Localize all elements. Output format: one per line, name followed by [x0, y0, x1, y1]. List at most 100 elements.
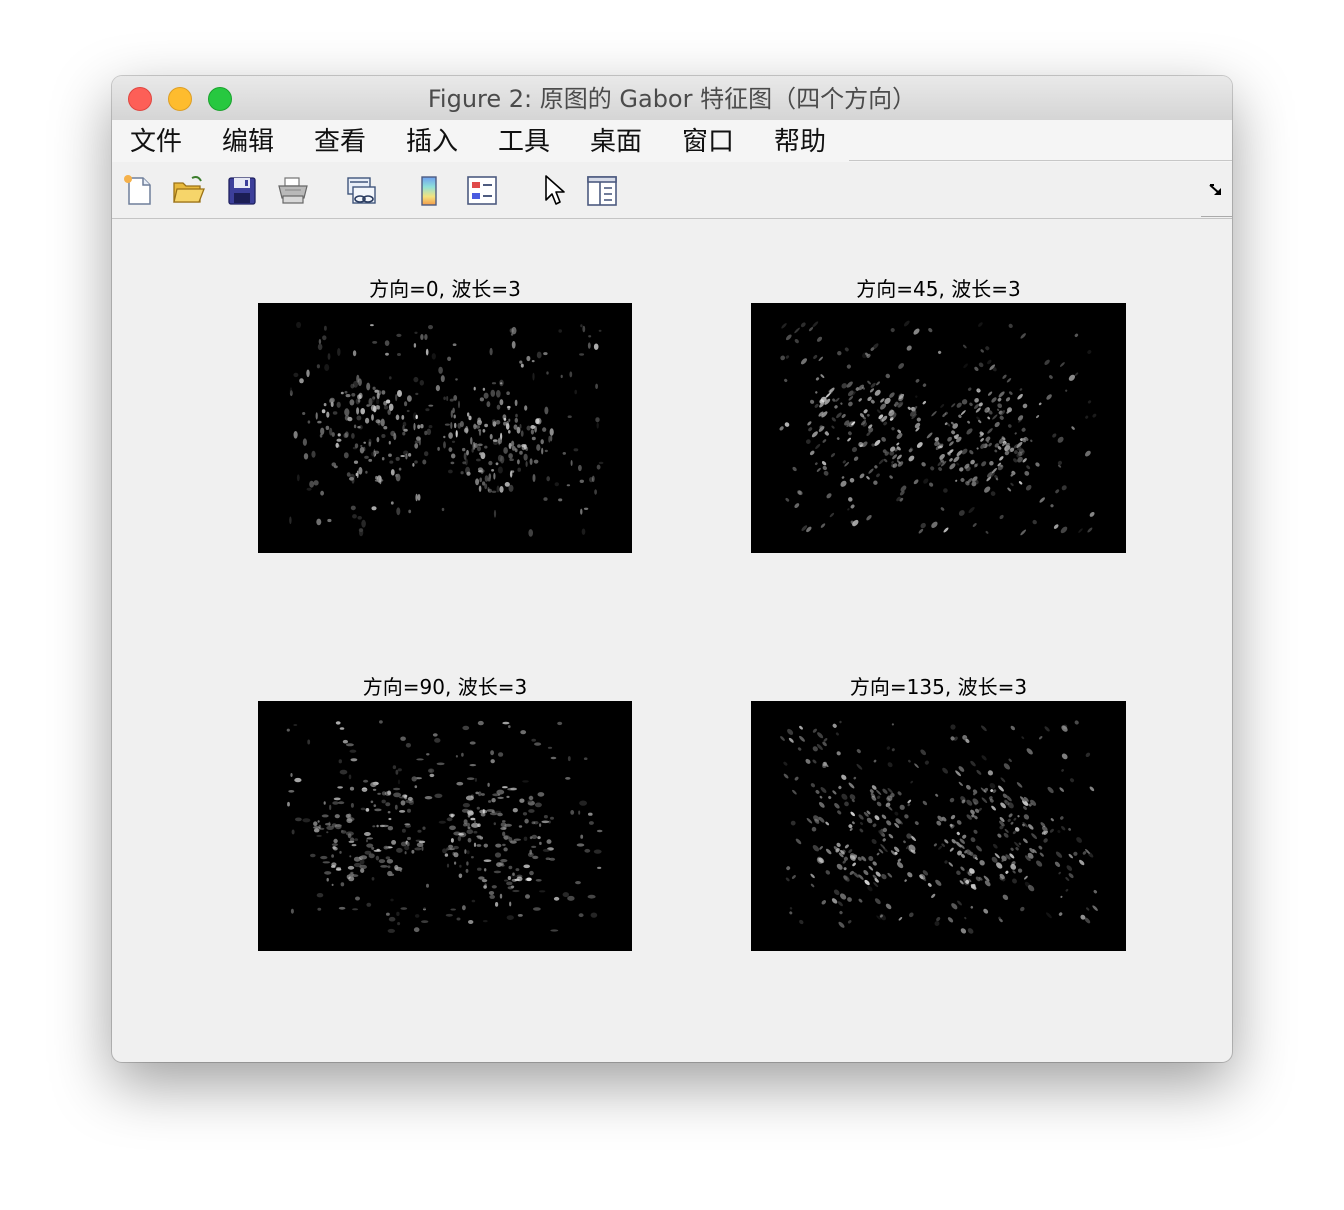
gabor-response-spot: [1039, 852, 1044, 857]
gabor-response-spot: [531, 834, 538, 839]
gabor-response-spot: [1005, 870, 1009, 874]
gabor-response-spot: [531, 436, 536, 441]
menu-window[interactable]: 窗口: [682, 120, 734, 162]
pointer-arrow-icon[interactable]: [536, 172, 572, 208]
gabor-response-spot: [890, 328, 895, 333]
gabor-response-spot: [822, 465, 827, 471]
gabor-response-spot: [790, 820, 796, 826]
menu-edit[interactable]: 编辑: [222, 120, 274, 162]
gabor-response-spot: [332, 801, 339, 805]
gabor-response-spot: [426, 753, 430, 756]
gabor-response-spot: [428, 324, 433, 330]
legend-icon[interactable]: [464, 172, 500, 208]
menu-help[interactable]: 帮助: [774, 120, 826, 162]
gabor-response-spot: [839, 910, 843, 915]
save-disk-icon[interactable]: [224, 172, 260, 208]
menu-file[interactable]: 文件: [130, 120, 182, 162]
gabor-response-spot: [320, 855, 328, 860]
gabor-response-spot: [591, 475, 595, 482]
colorbar-icon[interactable]: [412, 172, 448, 208]
gabor-response-spot: [456, 781, 464, 786]
gabor-response-spot: [519, 798, 525, 803]
gabor-response-spot: [290, 908, 294, 914]
menu-tools[interactable]: 工具: [498, 120, 550, 162]
title-bar[interactable]: Figure 2: 原图的 Gabor 特征图（四个方向）: [112, 76, 1232, 121]
gabor-response-spot: [812, 844, 820, 852]
gabor-response-spot: [992, 414, 998, 420]
open-folder-icon[interactable]: [170, 172, 206, 208]
gabor-response-spot: [529, 849, 532, 855]
new-file-icon[interactable]: [120, 172, 156, 208]
gabor-response-spot: [477, 823, 481, 827]
gabor-response-spot: [321, 409, 326, 414]
gabor-response-spot: [316, 364, 320, 369]
gabor-response-spot: [891, 460, 894, 464]
gabor-response-spot: [833, 889, 840, 896]
gabor-response-spot: [479, 452, 483, 456]
gabor-response-spot: [347, 416, 353, 422]
gabor-response-spot: [1066, 865, 1073, 871]
gabor-image-135[interactable]: [751, 701, 1126, 951]
gabor-response-spot: [847, 437, 851, 442]
gabor-response-spot: [372, 386, 376, 391]
gabor-response-spot: [495, 420, 501, 425]
gabor-response-spot: [366, 382, 371, 391]
gabor-response-spot: [547, 746, 553, 749]
gabor-response-spot: [565, 777, 571, 780]
gabor-image-90[interactable]: [258, 701, 632, 951]
gabor-response-spot: [473, 830, 478, 834]
gabor-response-spot: [371, 414, 374, 421]
gabor-response-spot: [510, 885, 515, 889]
gabor-response-spot: [579, 800, 587, 806]
gabor-response-spot: [359, 855, 368, 860]
gabor-image-45[interactable]: [751, 303, 1126, 553]
gabor-response-spot: [546, 371, 549, 375]
gabor-response-spot: [1068, 873, 1074, 879]
gabor-response-spot: [960, 410, 966, 416]
gabor-response-spot: [484, 868, 487, 872]
menu-insert[interactable]: 插入: [406, 120, 458, 162]
gabor-response-spot: [896, 861, 904, 869]
gabor-response-spot: [414, 331, 418, 335]
gabor-response-spot: [851, 447, 858, 453]
gabor-response-spot: [489, 347, 493, 356]
gabor-response-spot: [475, 458, 481, 462]
gabor-response-spot: [381, 434, 386, 438]
gabor-response-spot: [891, 427, 895, 431]
gabor-response-spot: [970, 837, 976, 843]
gabor-response-spot: [876, 381, 880, 386]
print-icon[interactable]: [275, 172, 311, 208]
gabor-response-spot: [973, 829, 978, 834]
gabor-response-spot: [374, 389, 379, 393]
gabor-response-spot: [365, 808, 370, 812]
gabor-response-spot: [458, 833, 464, 836]
gabor-response-spot: [874, 815, 880, 821]
gabor-response-spot: [466, 829, 474, 835]
property-inspector-icon[interactable]: [584, 172, 620, 208]
gabor-response-spot: [956, 462, 960, 466]
link-plot-icon[interactable]: [343, 172, 379, 208]
gabor-response-spot: [338, 906, 346, 910]
dock-arrow-icon[interactable]: [1208, 182, 1224, 198]
gabor-response-spot: [903, 320, 910, 327]
menu-desktop[interactable]: 桌面: [590, 120, 642, 162]
gabor-response-spot: [351, 393, 356, 397]
gabor-response-spot: [1012, 878, 1017, 884]
gabor-response-spot: [1061, 769, 1064, 772]
gabor-response-spot: [834, 405, 838, 409]
plot-area: 方向=0, 波长=3 方向=45, 波长=3 方向=90, 波长=3 方向=13…: [112, 219, 1232, 1062]
gabor-response-spot: [836, 412, 842, 419]
subplot-title-0: 方向=0, 波长=3: [369, 277, 521, 301]
gabor-response-spot: [400, 800, 406, 806]
gabor-response-spot: [541, 820, 550, 824]
gabor-image-0[interactable]: [258, 303, 632, 553]
gabor-response-spot: [851, 821, 855, 825]
gabor-response-spot: [529, 836, 533, 840]
gabor-response-spot: [883, 458, 888, 463]
gabor-response-spot: [1025, 484, 1032, 491]
menu-view[interactable]: 查看: [314, 120, 366, 162]
gabor-response-spot: [444, 423, 450, 426]
gabor-response-spot: [814, 403, 819, 408]
gabor-response-spot: [361, 788, 368, 791]
gabor-response-spot: [848, 396, 854, 401]
